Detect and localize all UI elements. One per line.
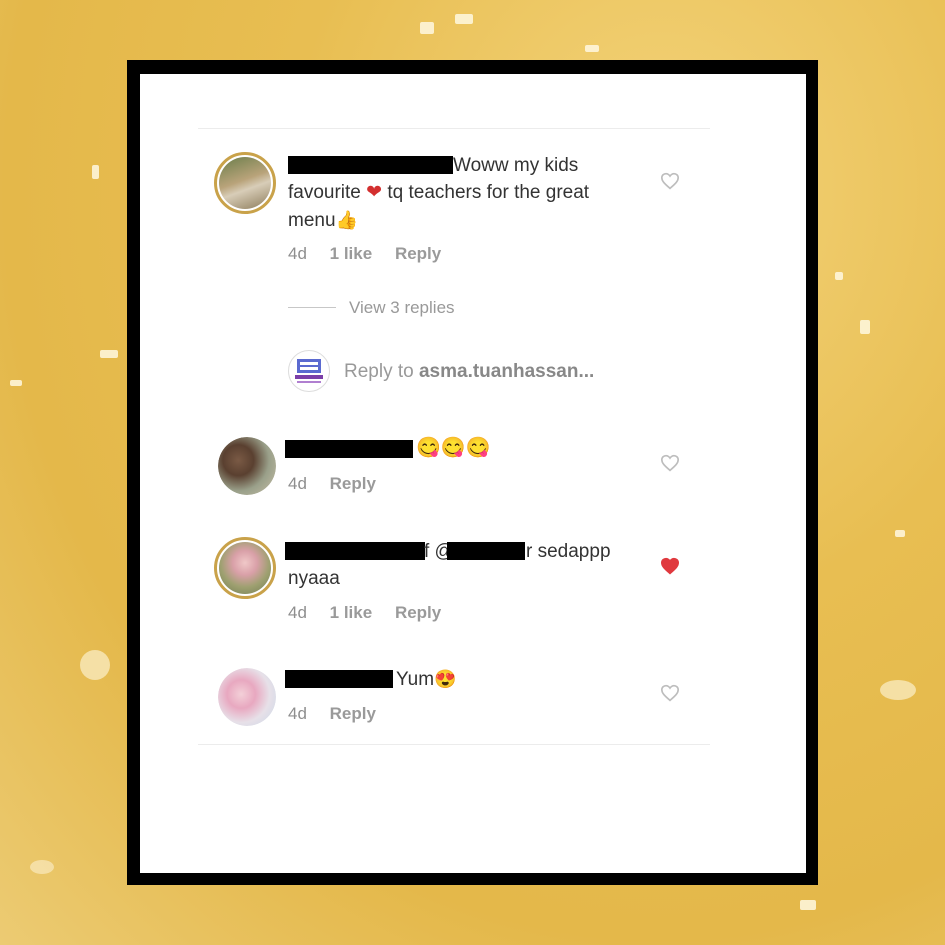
confetti bbox=[10, 380, 22, 386]
reply-button[interactable]: Reply bbox=[395, 603, 441, 622]
confetti bbox=[100, 350, 118, 358]
comment-meta: 4d Reply bbox=[288, 474, 394, 494]
comment-time: 4d bbox=[288, 474, 307, 493]
comment-text-part: sedappp bbox=[537, 541, 611, 562]
confetti bbox=[585, 45, 599, 52]
comment-text-part: favourite bbox=[288, 182, 361, 203]
confetti bbox=[880, 680, 916, 700]
comment-text-part: tq teachers for the great bbox=[387, 182, 590, 203]
like-heart-icon[interactable] bbox=[660, 454, 680, 472]
likes-count[interactable]: 1 like bbox=[330, 244, 373, 263]
reply-input[interactable]: Reply to asma.tuanhassan... bbox=[344, 361, 594, 383]
comment-time: 4d bbox=[288, 603, 307, 622]
comment-text-part: r bbox=[526, 541, 533, 562]
comment-text: Yum😍 bbox=[396, 666, 456, 693]
avatar[interactable] bbox=[214, 537, 276, 599]
own-avatar bbox=[288, 350, 330, 392]
comment-text: r sedappp bbox=[526, 539, 611, 565]
redacted-username bbox=[285, 670, 393, 688]
redacted-username bbox=[285, 440, 413, 458]
confetti bbox=[895, 530, 905, 537]
heart-eyes-emoji: 😍 bbox=[434, 669, 457, 689]
redacted-username bbox=[288, 156, 453, 174]
avatar[interactable] bbox=[214, 152, 276, 214]
confetti bbox=[800, 900, 816, 910]
like-heart-icon[interactable] bbox=[660, 684, 680, 702]
confetti bbox=[835, 272, 843, 280]
redacted-username bbox=[285, 542, 425, 560]
comment-text: nyaaa bbox=[288, 568, 340, 589]
replies-divider bbox=[288, 307, 336, 308]
liked-heart-icon[interactable] bbox=[660, 557, 680, 575]
comment-time: 4d bbox=[288, 244, 307, 263]
confetti bbox=[860, 320, 870, 334]
comment-text: menu👍 bbox=[288, 207, 358, 234]
reply-input-prefix: Reply to bbox=[344, 361, 419, 382]
view-replies-link[interactable]: View 3 replies bbox=[349, 298, 455, 318]
confetti bbox=[420, 22, 434, 34]
heart-emoji: ❤ bbox=[366, 182, 383, 203]
reply-button[interactable]: Reply bbox=[330, 704, 376, 723]
thumbs-up-emoji: 👍 bbox=[335, 210, 358, 230]
comment-meta: 4d 1 like Reply bbox=[288, 244, 459, 264]
comment-text: favourite ❤ tq teachers for the great bbox=[288, 180, 589, 206]
comment-meta: 4d 1 like Reply bbox=[288, 603, 459, 623]
school-logo-icon bbox=[295, 359, 323, 383]
comment-text-part: Yum bbox=[396, 669, 435, 690]
avatar[interactable] bbox=[218, 437, 276, 495]
reply-input-username: asma.tuanhassan... bbox=[418, 361, 595, 382]
reply-button[interactable]: Reply bbox=[330, 474, 376, 493]
comment-text: Woww my kids bbox=[453, 155, 579, 176]
comment-time: 4d bbox=[288, 704, 307, 723]
comment-text-part: menu bbox=[288, 210, 336, 231]
divider bbox=[198, 744, 710, 745]
divider bbox=[198, 128, 710, 129]
likes-count[interactable]: 1 like bbox=[330, 603, 373, 622]
reply-button[interactable]: Reply bbox=[395, 244, 441, 263]
redacted-username bbox=[447, 542, 525, 560]
comment-text: 😋😋😋 bbox=[416, 437, 491, 459]
confetti bbox=[80, 650, 110, 680]
like-heart-icon[interactable] bbox=[660, 172, 680, 190]
confetti bbox=[30, 860, 54, 874]
comment-meta: 4d Reply bbox=[288, 704, 394, 724]
avatar[interactable] bbox=[218, 668, 276, 726]
confetti bbox=[92, 165, 99, 179]
confetti bbox=[455, 14, 473, 24]
